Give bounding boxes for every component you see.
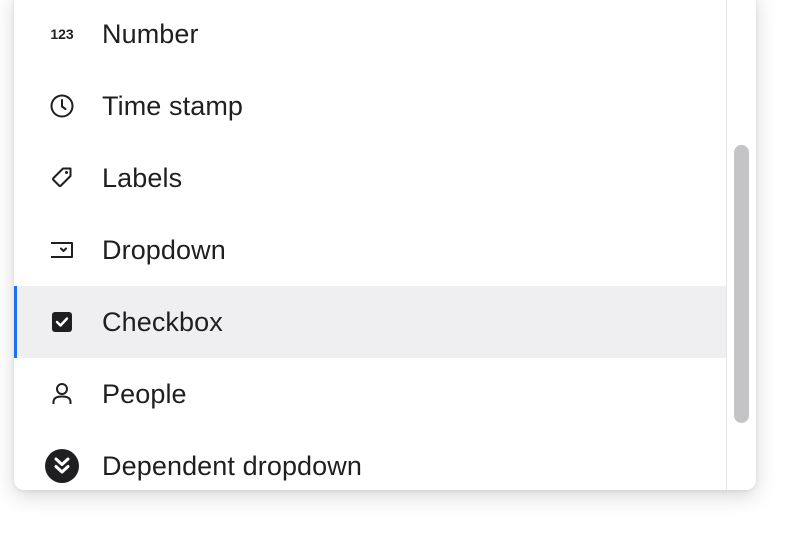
scrollbar-thumb[interactable] — [734, 145, 749, 423]
double-chevron-down-icon — [44, 448, 80, 484]
menu-item-label: Time stamp — [102, 90, 244, 121]
menu-item-dependent-dropdown[interactable]: Dependent dropdown — [14, 430, 726, 490]
menu-item-checkbox[interactable]: Checkbox — [14, 286, 726, 358]
column-type-dropdown: 123 Number Time stamp Labels Dropdown Ch… — [14, 0, 756, 490]
menu-item-label: Labels — [102, 162, 183, 193]
menu-item-labels[interactable]: Labels — [14, 142, 726, 214]
person-icon — [44, 376, 80, 412]
menu-item-label: People — [102, 378, 187, 409]
menu-item-label: Checkbox — [102, 306, 223, 337]
menu-item-people[interactable]: People — [14, 358, 726, 430]
menu-item-label: Dependent dropdown — [102, 450, 363, 481]
menu-item-label: Number — [102, 18, 199, 49]
clock-icon — [44, 88, 80, 124]
menu-item-time-stamp[interactable]: Time stamp — [14, 70, 726, 142]
dropdown-icon — [44, 232, 80, 268]
tag-icon — [44, 160, 80, 196]
checkbox-icon — [44, 304, 80, 340]
menu-item-label: Dropdown — [102, 234, 226, 265]
svg-text:123: 123 — [50, 26, 74, 42]
number-icon: 123 — [44, 16, 80, 52]
column-type-list: 123 Number Time stamp Labels Dropdown Ch… — [14, 0, 726, 490]
menu-item-number[interactable]: 123 Number — [14, 0, 726, 70]
menu-item-dropdown[interactable]: Dropdown — [14, 214, 726, 286]
